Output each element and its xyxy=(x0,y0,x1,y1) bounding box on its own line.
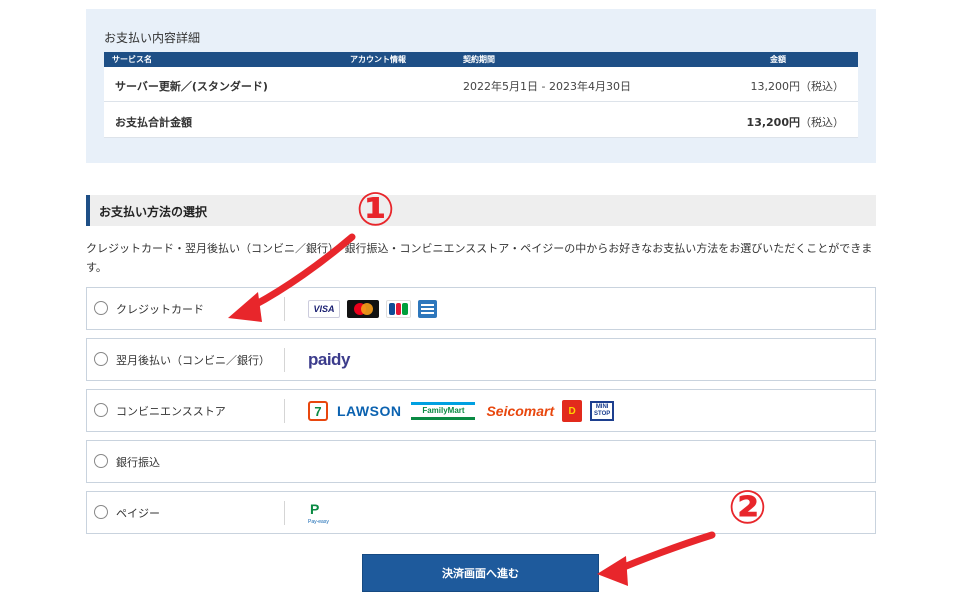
summary-table: サービス名 アカウント情報 契約期間 金額 サーバー更新／(スタンダード) 20… xyxy=(104,52,858,138)
payment-method-heading: お支払い方法の選択 xyxy=(86,195,876,226)
familymart-logo-text: FamilyMart xyxy=(422,406,465,415)
payment-method-title: お支払い方法の選択 xyxy=(99,205,208,219)
summary-table-header: サービス名 アカウント情報 契約期間 金額 xyxy=(104,52,858,67)
contract-period-cell: 2022年5月1日 - 2023年4月30日 xyxy=(463,80,631,93)
visa-logo: VISA xyxy=(308,300,340,318)
total-label: お支払合計金額 xyxy=(115,116,192,129)
ministop-logo-text-1: MINI xyxy=(595,404,609,410)
annotation-arrow-2 xyxy=(597,531,716,586)
daily-yamazaki-logo: D xyxy=(562,400,583,422)
option-label-credit-card: クレジットカード xyxy=(116,303,204,316)
radio-convenience-store[interactable] xyxy=(94,403,108,417)
option-divider xyxy=(284,297,285,321)
total-amount-value: 13,200円 xyxy=(746,116,800,129)
service-name-cell: サーバー更新／(スタンダード) xyxy=(115,80,268,93)
total-tax-label: （税込） xyxy=(800,116,844,129)
payment-option-payeasy[interactable]: ペイジー P Pay-easy xyxy=(86,491,876,534)
seicomart-logo: Seicomart xyxy=(486,403,555,419)
proceed-to-payment-button[interactable]: 決済画面へ進む xyxy=(362,554,599,592)
option-label-payeasy: ペイジー xyxy=(116,507,160,520)
payment-option-deferred[interactable]: 翌月後払い（コンビニ／銀行） paidy xyxy=(86,338,876,381)
ministop-logo: MINI STOP xyxy=(590,401,615,421)
col-account-info: アカウント情報 xyxy=(350,55,406,64)
option-divider xyxy=(284,348,285,372)
payment-option-credit-card[interactable]: クレジットカード VISA xyxy=(86,287,876,330)
payment-method-description: クレジットカード・翌月後払い（コンビニ／銀行）・銀行振込・コンビニエンスストア・… xyxy=(86,242,873,274)
total-amount-cell: 13,200円（税込） xyxy=(747,114,844,130)
col-contract-period: 契約期間 xyxy=(463,55,495,64)
tax-label: （税込） xyxy=(800,80,844,93)
mastercard-logo xyxy=(347,300,379,318)
radio-bank-transfer[interactable] xyxy=(94,454,108,468)
option-divider xyxy=(284,399,285,423)
option-label-bank-transfer: 銀行振込 xyxy=(116,456,160,469)
payment-summary-panel: お支払い内容詳細 サービス名 アカウント情報 契約期間 金額 サーバー更新／(ス… xyxy=(86,9,876,163)
amount-cell: 13,200円（税込） xyxy=(751,78,845,94)
payeasy-logo-mark: P xyxy=(310,501,320,517)
payeasy-logo: P Pay-easy xyxy=(308,501,332,525)
deferred-logos: paidy xyxy=(308,348,350,372)
col-service-name: サービス名 xyxy=(112,55,152,64)
payeasy-logos: P Pay-easy xyxy=(308,501,332,525)
table-row-total: お支払合計金額 13,200円（税込） xyxy=(104,102,858,138)
seven-eleven-logo: 7 xyxy=(308,401,328,421)
amex-logo xyxy=(418,300,437,318)
option-label-convenience-store: コンビニエンスストア xyxy=(116,405,226,418)
credit-card-logos: VISA xyxy=(308,297,444,321)
paidy-logo: paidy xyxy=(308,350,350,369)
payeasy-logo-text: Pay-easy xyxy=(308,519,329,525)
option-divider xyxy=(284,501,285,525)
amount-value: 13,200円 xyxy=(750,80,801,93)
radio-deferred[interactable] xyxy=(94,352,108,366)
payment-option-bank-transfer[interactable]: 銀行振込 xyxy=(86,440,876,483)
table-row: サーバー更新／(スタンダード) 2022年5月1日 - 2023年4月30日 1… xyxy=(104,67,858,102)
payment-option-convenience-store[interactable]: コンビニエンスストア 7 LAWSON FamilyMart Seicomart… xyxy=(86,389,876,432)
ministop-logo-text-2: STOP xyxy=(594,411,611,417)
col-amount: 金額 xyxy=(770,55,786,64)
option-label-deferred: 翌月後払い（コンビニ／銀行） xyxy=(116,354,270,367)
familymart-logo: FamilyMart xyxy=(411,402,476,420)
convenience-store-logos: 7 LAWSON FamilyMart Seicomart D MINI STO… xyxy=(308,399,615,423)
summary-title: お支払い内容詳細 xyxy=(104,31,201,45)
jcb-logo xyxy=(386,300,411,318)
radio-payeasy[interactable] xyxy=(94,505,108,519)
radio-credit-card[interactable] xyxy=(94,301,108,315)
lawson-logo: LAWSON xyxy=(337,403,402,419)
